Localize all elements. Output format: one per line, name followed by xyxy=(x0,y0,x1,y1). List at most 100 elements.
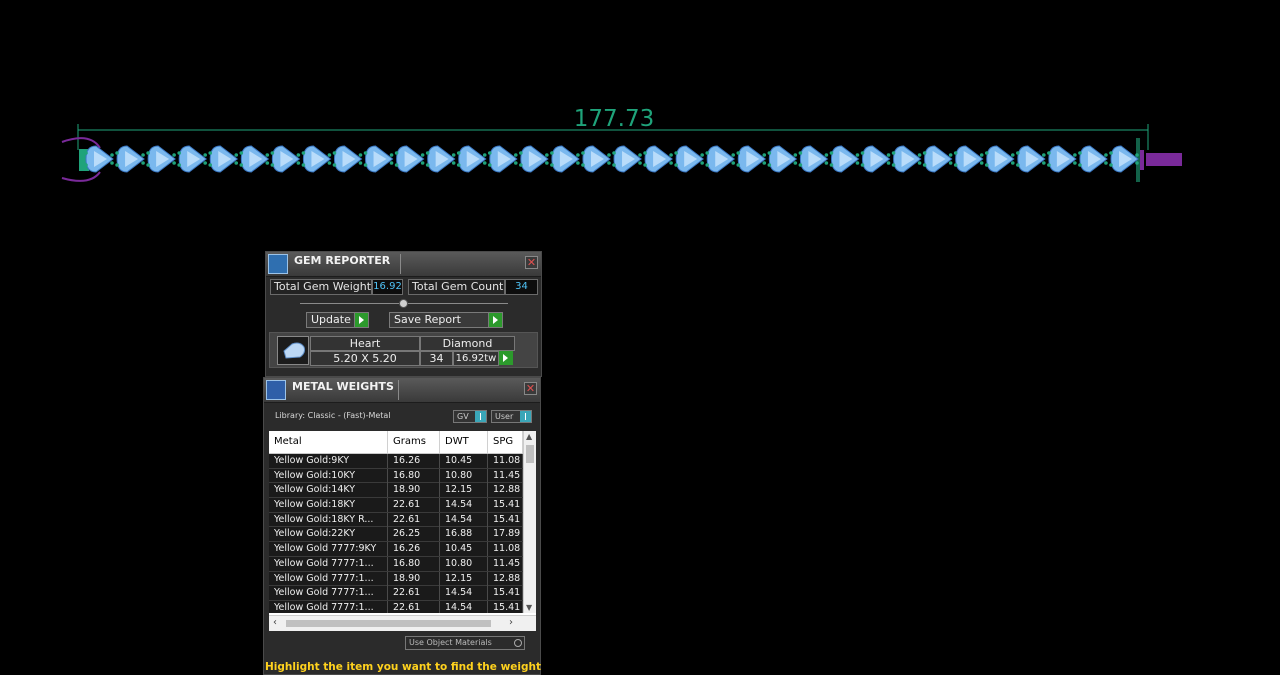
cell-spg: 11.45 xyxy=(488,468,523,483)
scroll-down-arrow-icon[interactable]: ▼ xyxy=(526,603,532,612)
prong xyxy=(358,161,363,165)
cell-grams: 16.80 xyxy=(388,556,440,571)
prong xyxy=(172,161,176,165)
prong xyxy=(886,153,891,157)
prong xyxy=(762,153,767,157)
table-row[interactable]: Yellow Gold 7777:1... 22.61 14.54 15.41 xyxy=(269,600,523,613)
scroll-up-arrow-icon[interactable]: ▲ xyxy=(526,432,532,441)
cell-dwt: 14.54 xyxy=(440,586,488,601)
table-row[interactable]: Yellow Gold:22KY 26.25 16.88 17.89 xyxy=(269,527,523,543)
metal-flask-icon xyxy=(266,380,286,400)
prong xyxy=(581,163,585,167)
metal-weights-table[interactable]: Metal Grams DWT SPG Yellow Gold:9KY 16.26… xyxy=(269,431,536,631)
prong xyxy=(425,163,430,167)
prong xyxy=(420,153,425,157)
scroll-left-arrow-icon[interactable]: ‹ xyxy=(273,617,277,628)
cell-spg: 15.41 xyxy=(488,498,523,513)
prong xyxy=(736,151,741,155)
prong xyxy=(953,151,958,155)
update-button[interactable]: Update xyxy=(306,312,369,328)
metal-weights-title-bar[interactable]: METAL WEIGHTS ✕ xyxy=(264,378,540,403)
column-header-spg[interactable]: SPG xyxy=(488,431,523,453)
prong xyxy=(358,153,363,157)
prong xyxy=(425,151,430,155)
column-header-grams[interactable]: Grams xyxy=(388,431,440,453)
gem-shape: Heart xyxy=(310,336,420,351)
prong xyxy=(420,161,425,165)
metal-weights-close-button[interactable]: ✕ xyxy=(524,382,537,395)
use-object-materials-option[interactable]: Use Object Materials xyxy=(405,636,525,650)
cell-spg: 17.89 xyxy=(488,527,523,542)
user-indicator-icon xyxy=(520,411,531,422)
prong xyxy=(487,163,492,167)
prong xyxy=(948,153,953,157)
prong xyxy=(948,161,953,165)
table-row[interactable]: Yellow Gold:9KY 16.26 10.45 11.08 xyxy=(269,454,523,469)
horizontal-scroll-thumb[interactable] xyxy=(286,620,491,627)
prong xyxy=(638,153,642,157)
prong xyxy=(1073,161,1077,165)
prong xyxy=(922,151,927,155)
column-header-metal[interactable]: Metal xyxy=(269,431,388,453)
cell-metal: Yellow Gold:22KY xyxy=(269,527,388,542)
table-row[interactable]: Yellow Gold 7777:9KY 16.26 10.45 11.08 xyxy=(269,542,523,557)
prong xyxy=(172,153,176,157)
table-row[interactable]: Yellow Gold 7777:1... 18.90 12.15 12.88 xyxy=(269,571,523,587)
column-header-dwt[interactable]: DWT xyxy=(440,431,488,453)
table-row[interactable]: Yellow Gold:18KY 22.61 14.54 15.41 xyxy=(269,498,523,513)
user-toggle[interactable]: User xyxy=(491,410,532,423)
viewport-3d[interactable]: 177.73 xyxy=(0,0,1280,250)
gem-list-item[interactable]: Heart 5.20 X 5.20 Diamond 34 16.92tw xyxy=(269,332,538,368)
prong xyxy=(270,163,275,167)
prong xyxy=(855,153,860,157)
heart-gem-thumbnail xyxy=(277,336,309,365)
table-row[interactable]: Yellow Gold:18KY R... 22.61 14.54 15.41 xyxy=(269,512,523,528)
prong xyxy=(700,153,704,157)
cell-metal: Yellow Gold 7777:1... xyxy=(269,600,388,613)
prong xyxy=(638,161,642,165)
cell-dwt: 14.54 xyxy=(440,600,488,613)
cell-grams: 18.90 xyxy=(388,483,440,498)
table-row[interactable]: Yellow Gold:14KY 18.90 12.15 12.88 xyxy=(269,483,523,499)
prong xyxy=(731,153,736,157)
save-report-button[interactable]: Save Report xyxy=(389,312,503,328)
user-toggle-label: User xyxy=(495,412,514,421)
vertical-scroll-thumb[interactable] xyxy=(526,445,534,463)
prong xyxy=(301,151,306,155)
metal-weights-panel: METAL WEIGHTS ✕ Library: Classic - (Fast… xyxy=(263,377,541,675)
horizontal-scrollbar[interactable]: ‹ › xyxy=(269,615,536,631)
cell-dwt: 10.80 xyxy=(440,468,488,483)
prong xyxy=(922,163,927,167)
gem-reporter-close-button[interactable]: ✕ xyxy=(525,256,538,269)
gv-toggle[interactable]: GV xyxy=(453,410,487,423)
prong xyxy=(798,151,803,155)
prong xyxy=(700,161,704,165)
table-row[interactable]: Yellow Gold 7777:1... 22.61 14.54 15.41 xyxy=(269,586,523,601)
cell-grams: 16.80 xyxy=(388,468,440,483)
prong xyxy=(110,161,114,165)
prong xyxy=(389,153,394,157)
cell-metal: Yellow Gold 7777:1... xyxy=(269,586,388,601)
table-row[interactable]: Yellow Gold 7777:1... 16.80 10.80 11.45 xyxy=(269,556,523,572)
prong xyxy=(1109,163,1113,167)
cell-grams: 22.61 xyxy=(388,600,440,613)
scroll-right-arrow-icon[interactable]: › xyxy=(509,617,513,628)
vertical-scrollbar[interactable]: ▲ ▼ xyxy=(523,431,536,613)
table-row[interactable]: Yellow Gold:10KY 16.80 10.80 11.45 xyxy=(269,468,523,484)
select-gem-play-icon[interactable] xyxy=(499,351,513,365)
prong xyxy=(767,151,772,155)
prong xyxy=(669,153,673,157)
prong xyxy=(891,163,896,167)
gem-report-icon xyxy=(268,254,288,274)
prong xyxy=(177,163,181,167)
prong xyxy=(141,161,145,165)
prong xyxy=(296,153,301,157)
gem-reporter-title-bar[interactable]: GEM REPORTER ✕ xyxy=(266,252,541,277)
prong xyxy=(1042,161,1046,165)
panel-splitter-handle[interactable] xyxy=(399,299,408,308)
gem-weight: 16.92tw xyxy=(453,351,499,366)
cell-grams: 18.90 xyxy=(388,571,440,586)
prong xyxy=(979,153,984,157)
prong xyxy=(576,153,580,157)
dimension-label: 177.73 xyxy=(573,106,655,132)
